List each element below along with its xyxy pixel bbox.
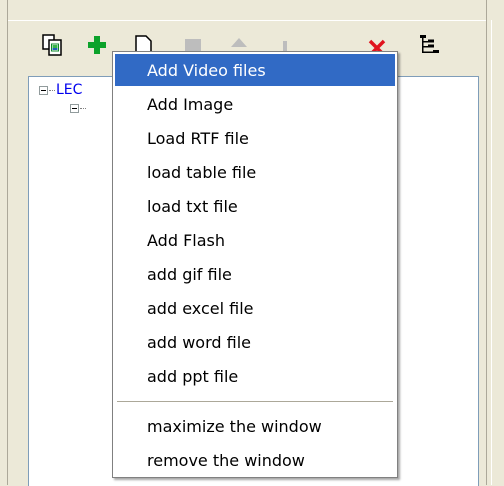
menu-separator (117, 401, 393, 403)
menu-item-add-video-files[interactable]: Add Video files (115, 54, 395, 86)
menu-item-load-table-file[interactable]: load table file (115, 156, 395, 188)
tree-view-icon (417, 33, 441, 61)
tree-node-child[interactable] (70, 99, 87, 117)
add-icon (86, 33, 108, 61)
collapse-icon[interactable] (39, 85, 48, 95)
right-panel-edge (486, 0, 504, 485)
menu-item-remove-window[interactable]: remove the window (115, 444, 395, 476)
tree-connector (49, 89, 55, 91)
add-button[interactable] (84, 32, 110, 62)
tree-node-root[interactable]: LEC (39, 81, 82, 99)
menu-item-add-excel-file[interactable]: add excel file (115, 292, 395, 324)
context-menu: Add Video files Add Image Load RTF file … (112, 51, 398, 478)
menu-item-load-rtf-file[interactable]: Load RTF file (115, 122, 395, 154)
menu-item-add-ppt-file[interactable]: add ppt file (115, 360, 395, 392)
menu-item-load-txt-file[interactable]: load txt file (115, 190, 395, 222)
menu-item-add-flash[interactable]: Add Flash (115, 224, 395, 256)
panel-top-edge (8, 20, 486, 21)
menu-item-add-word-file[interactable]: add word file (115, 326, 395, 358)
left-frame-border (0, 0, 8, 485)
menu-item-add-image[interactable]: Add Image (115, 88, 395, 120)
tree-node-label: LEC (56, 82, 83, 98)
menu-item-add-gif-file[interactable]: add gif file (115, 258, 395, 290)
collapse-icon[interactable] (70, 103, 79, 113)
tree-view-button[interactable] (416, 32, 442, 62)
copy-icon (41, 33, 65, 61)
tree-connector (80, 107, 86, 109)
menu-item-maximize-window[interactable]: maximize the window (115, 410, 395, 442)
copy-button[interactable] (40, 32, 66, 62)
